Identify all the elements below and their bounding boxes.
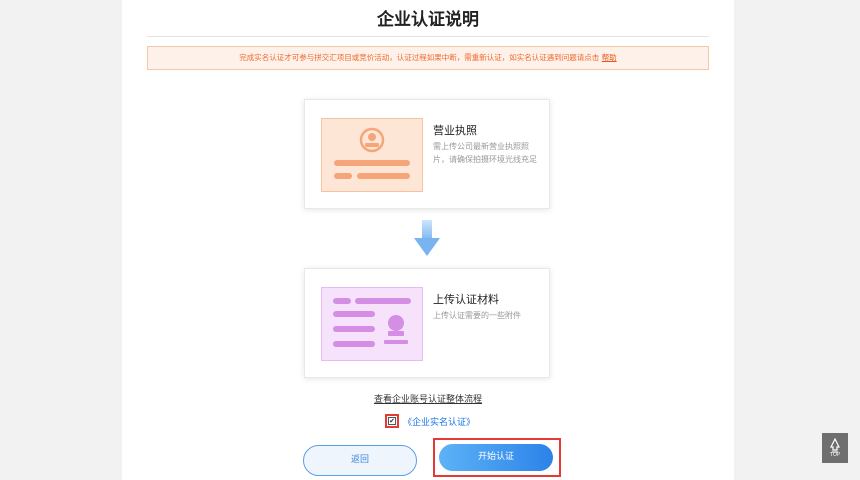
- notice-text: 完成实名认证才可参与拼交汇项目或竞价活动，认证过程如果中断，需重新认证，如实名认…: [239, 53, 600, 62]
- step-card-business-license: 营业执照 需上传公司最新营业执照照片，请确保拍摄环境光线充足: [304, 99, 550, 209]
- back-to-top-button[interactable]: TOP: [822, 433, 848, 463]
- back-button[interactable]: 返回: [303, 445, 417, 476]
- business-license-icon: [321, 118, 423, 192]
- arrow-down-icon: [414, 220, 440, 256]
- certification-panel: 企业认证说明 完成实名认证才可参与拼交汇项目或竞价活动，认证过程如果中断，需重新…: [122, 0, 734, 480]
- agreement-checkbox[interactable]: ✔: [388, 417, 396, 425]
- page-title: 企业认证说明: [377, 10, 479, 30]
- agreement-link[interactable]: 《企业实名认证》: [403, 415, 475, 428]
- title-divider: [147, 36, 709, 37]
- agreement-row: ✔ 《企业实名认证》: [385, 414, 475, 428]
- agreement-checkbox-highlight: ✔: [385, 414, 399, 428]
- start-certification-button[interactable]: 开始认证: [439, 444, 553, 471]
- step-title: 上传认证材料: [433, 293, 499, 306]
- step-title: 营业执照: [433, 124, 477, 137]
- notice-banner: 完成实名认证才可参与拼交汇项目或竞价活动，认证过程如果中断，需重新认证，如实名认…: [147, 46, 709, 70]
- view-flow-link[interactable]: 查看企业账号认证整体流程: [122, 392, 734, 405]
- back-to-top-label: TOP: [829, 452, 840, 458]
- help-link[interactable]: 帮助: [602, 53, 617, 62]
- id-card-icon: [321, 287, 423, 361]
- step-description: 上传认证需要的一些附件: [433, 311, 521, 320]
- step-card-upload-materials: 上传认证材料 上传认证需要的一些附件: [304, 268, 550, 378]
- start-button-highlight: 开始认证: [433, 438, 561, 477]
- step-description: 需上传公司最新营业执照照片，请确保拍摄环境光线充足: [433, 142, 537, 164]
